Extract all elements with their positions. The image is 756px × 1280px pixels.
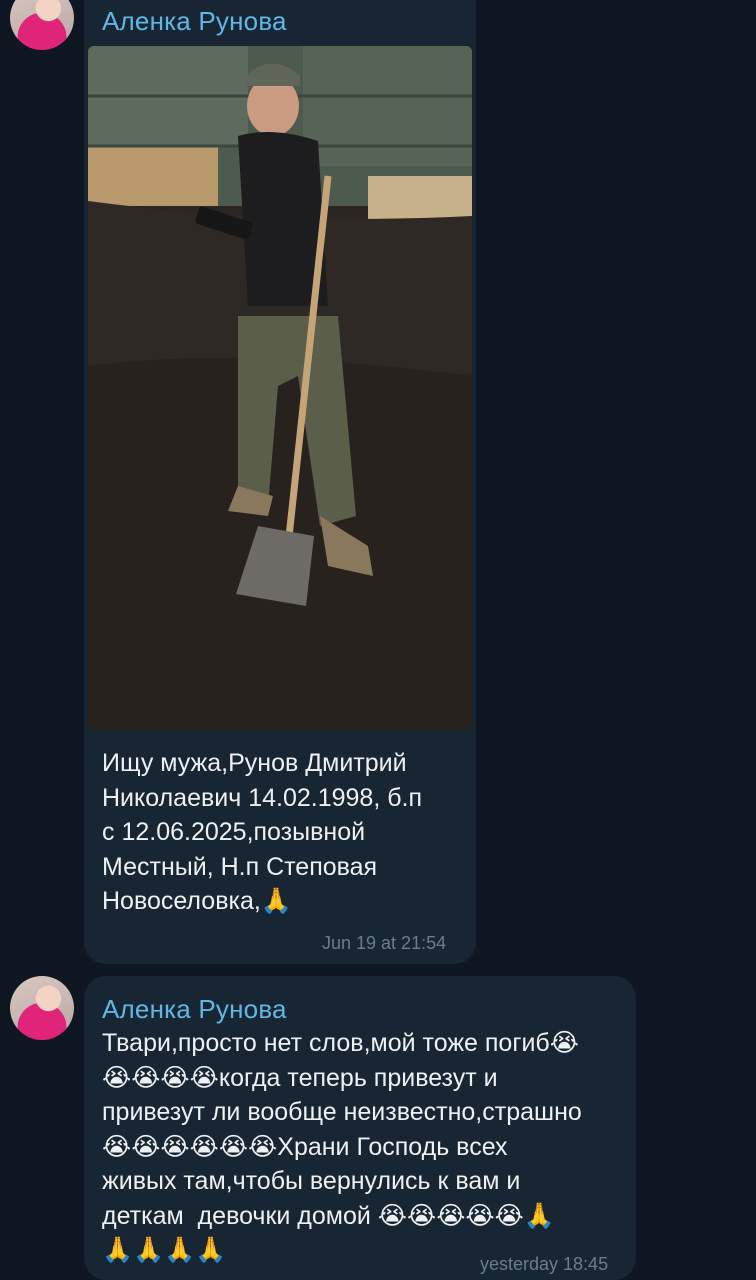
photo-image xyxy=(88,46,472,730)
sender-name[interactable]: Аленка Рунова xyxy=(102,6,287,37)
message-timestamp: yesterday 18:45 xyxy=(480,1254,609,1274)
message-text: Твари,просто нет слов,мой тоже погиб😭 😭😭… xyxy=(102,1029,582,1264)
sender-name[interactable]: Аленка Рунова xyxy=(102,994,287,1025)
sender-avatar[interactable] xyxy=(10,976,74,1040)
message-photo[interactable] xyxy=(88,46,472,730)
message-timestamp: Jun 19 at 21:54 xyxy=(322,933,447,953)
sender-avatar[interactable] xyxy=(10,0,74,50)
message-text: Ищу мужа,Рунов Дмитрий Николаевич 14.02.… xyxy=(102,749,423,915)
